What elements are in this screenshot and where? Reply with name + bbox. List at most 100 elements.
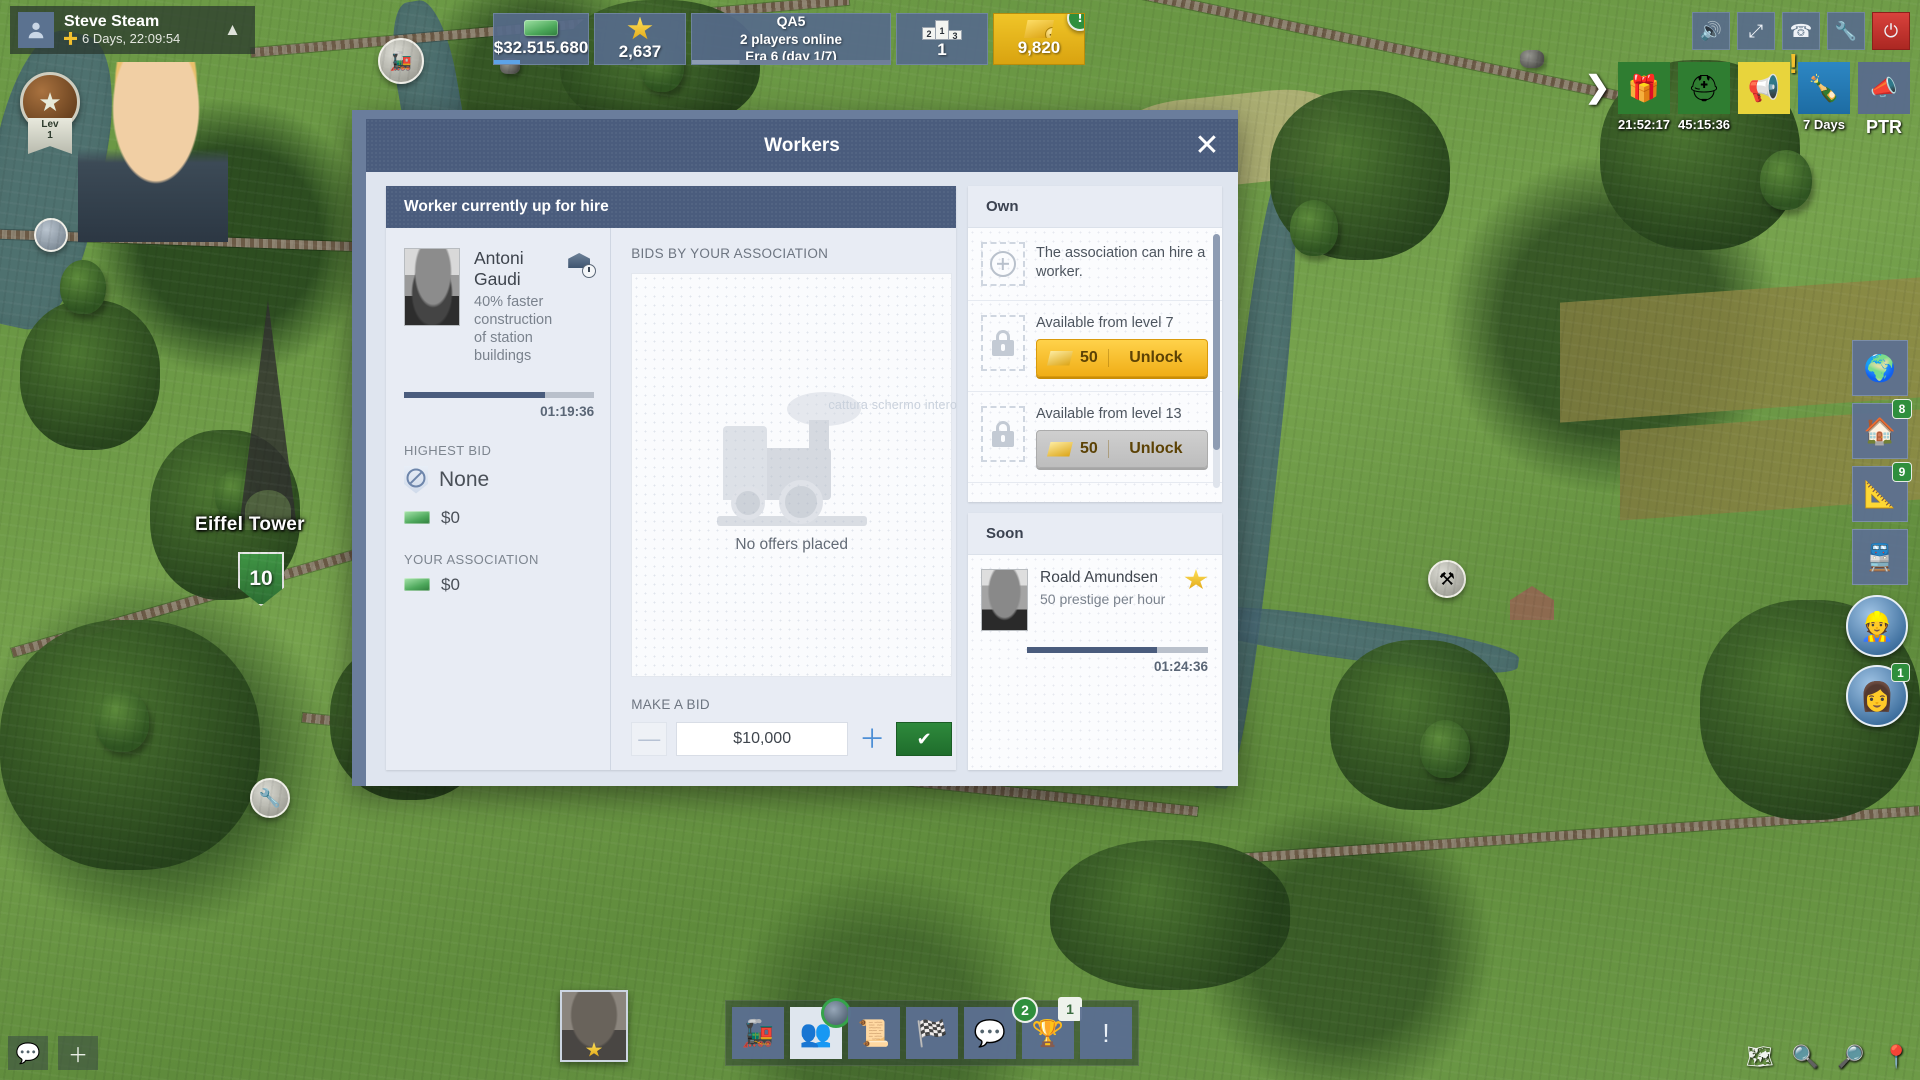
unlock-cost-value: 50 — [1080, 349, 1098, 366]
chat-toggle-button[interactable]: 💬 — [8, 1036, 48, 1070]
soon-worker-photo — [981, 569, 1028, 631]
support-icon[interactable]: ☎ — [1782, 12, 1820, 50]
gold-bar-plus-icon: + — [1024, 20, 1054, 38]
empty-worker-slot[interactable] — [981, 242, 1025, 286]
locked-worker-slot — [981, 406, 1025, 462]
megaphone-glyph: 📢 — [1747, 72, 1781, 103]
list-item[interactable]: Available from level 13 50 Unlock — [968, 392, 1222, 483]
unlock-button[interactable]: 50 Unlock — [1036, 339, 1208, 377]
eiffel-level-shield[interactable]: 10 — [238, 552, 284, 606]
player-plus-time-value: 6 Days, 22:09:54 — [82, 30, 181, 46]
map-depot-marker[interactable]: 🚂 — [378, 38, 424, 84]
podium-place-2: 2 — [922, 27, 936, 40]
tree — [95, 690, 149, 752]
scrollbar-thumb[interactable] — [1213, 234, 1220, 450]
news-button[interactable]: ! — [1080, 1007, 1132, 1059]
gold-counter[interactable]: + 9,820 ! — [993, 13, 1085, 65]
strip-expand-chevron-icon[interactable]: ❯ — [1585, 70, 1610, 105]
sound-icon[interactable]: 🔊 — [1692, 12, 1730, 50]
bottom-right-bar: 🗺 🔍 🔎 📍 — [1746, 1044, 1910, 1070]
bids-list-panel[interactable]: No offers placed cattura schermo intero — [631, 273, 957, 677]
list-item[interactable]: Roald Amundsen 50 prestige per hour — [981, 569, 1208, 631]
settings-wrench-icon[interactable]: 🔧 — [1827, 12, 1865, 50]
close-icon[interactable]: ✕ — [1190, 129, 1224, 163]
globe-button[interactable]: 🌍 — [1852, 340, 1908, 396]
bid-confirm-button[interactable]: ✔ — [896, 722, 953, 756]
station-speed-icon — [566, 250, 597, 278]
globe-icon: 🌍 — [1863, 352, 1897, 383]
add-train-button[interactable]: 🚆 — [1852, 529, 1908, 585]
engineer-avatar[interactable]: 👷 — [1846, 595, 1908, 657]
gold-alert-badge[interactable]: ! — [1067, 14, 1084, 31]
medal-ribbon: Lev 1 — [28, 118, 72, 154]
power-icon[interactable]: ⏻ — [1872, 12, 1910, 50]
races-button[interactable]: 🏁 — [906, 1007, 958, 1059]
map-misc-marker[interactable] — [34, 218, 68, 252]
eiffel-tower-icon — [240, 300, 296, 520]
workers-button[interactable]: 👥 — [790, 998, 851, 1059]
money-progress-bar — [494, 60, 521, 64]
highest-bid-label: HIGHEST BID — [404, 442, 492, 458]
fullscreen-icon[interactable]: ⤢ — [1737, 12, 1775, 50]
list-item[interactable]: Available from level 7 50 Unlock — [968, 301, 1222, 392]
plus-icon: ＋ — [68, 1044, 88, 1067]
tree — [1760, 150, 1812, 210]
city-button[interactable]: 🏠 8 — [1852, 399, 1912, 459]
star-icon — [627, 16, 653, 40]
own-card: Own The association can hire a worker. A… — [968, 186, 1222, 502]
locate-button[interactable]: 📍 — [1883, 1044, 1910, 1070]
list-item[interactable]: The association can hire a worker. — [968, 228, 1222, 301]
eiffel-tower-landmark[interactable] — [238, 300, 298, 530]
player-info-box[interactable]: Steve Steam 6 Days, 22:09:54 ▲ — [10, 6, 255, 54]
bottom-left-bar: 💬 ＋ — [8, 1036, 98, 1070]
city-icon: 🏠 — [1863, 415, 1897, 446]
add-button[interactable]: ＋ — [58, 1036, 98, 1070]
bid-amount-input[interactable] — [676, 722, 849, 756]
money-counter[interactable]: $32.515.680 — [493, 13, 589, 65]
city-badge: 8 — [1892, 399, 1912, 419]
lock-icon — [992, 330, 1014, 356]
map-pickaxe-marker[interactable]: ⚒ — [1428, 560, 1466, 598]
bids-label: BIDS BY YOUR ASSOCIATION — [631, 246, 829, 261]
unlock-button-label: Unlock — [1129, 349, 1183, 366]
eiffel-level-value: 10 — [249, 567, 273, 590]
map-button[interactable]: 🗺 — [1746, 1044, 1774, 1070]
trains-button[interactable]: 🚂 — [732, 1007, 784, 1059]
hardhat-event[interactable]: ⛑ 45:15:36 — [1678, 62, 1730, 132]
no-bidder-shield-icon — [404, 465, 428, 494]
zoom-out-button[interactable]: 🔎 — [1837, 1044, 1864, 1070]
active-worker-avatar — [821, 998, 851, 1028]
celebration-event[interactable]: 🍾 7 Days — [1798, 62, 1850, 132]
soon-progress-fill — [1027, 647, 1158, 653]
soon-worker-list: Roald Amundsen 50 prestige per hour 01:2… — [968, 555, 1222, 770]
map-house[interactable] — [1510, 586, 1554, 620]
unlock-button-disabled[interactable]: 50 Unlock — [1036, 430, 1208, 468]
prestige-counter[interactable]: 2,637 — [594, 13, 686, 65]
rank-counter[interactable]: 2 1 3 1 — [896, 13, 988, 65]
collapse-chevron-up-icon[interactable]: ▲ — [218, 20, 247, 40]
megaphone-event[interactable]: 📢 ! — [1738, 48, 1798, 117]
chat-button[interactable]: 💬 — [964, 1007, 1016, 1059]
ptr-button[interactable]: 📣 PTR — [1858, 62, 1910, 138]
forest-patch — [1330, 640, 1510, 810]
hire-card-body: Antoni Gaudi 40% faster construction of … — [386, 228, 957, 770]
hardhat-glyph: ⛑ — [1687, 72, 1721, 103]
bid-increase-button[interactable]: ＋ — [857, 722, 887, 756]
zoom-in-button[interactable]: 🔍 — [1792, 1044, 1819, 1070]
own-list-scrollbar[interactable] — [1213, 234, 1220, 488]
selected-worker-thumbnail[interactable] — [560, 990, 628, 1062]
avatar[interactable] — [18, 12, 54, 48]
server-name: QA5 — [776, 13, 806, 29]
trophy-button[interactable]: 🏆 2 1 — [1012, 997, 1082, 1059]
bid-decrease-button[interactable]: — — [631, 722, 668, 756]
unlock-requirement-text: Available from level 7 — [1036, 315, 1174, 331]
dispatcher-avatar[interactable]: 👩 1 — [1846, 663, 1910, 727]
gift-box-event[interactable]: 🎁 21:52:17 — [1618, 62, 1670, 132]
contracts-button[interactable]: 📜 — [848, 1007, 900, 1059]
player-level-medal[interactable]: ★ Lev 1 — [16, 72, 84, 154]
server-info[interactable]: QA5 2 players online Era 6 (day 1/7) — [691, 13, 891, 65]
map-tool-marker[interactable]: 🔧 — [250, 778, 290, 818]
industry-button[interactable]: 📐 9 — [1852, 462, 1912, 522]
gold-value: 9,820 — [1017, 38, 1061, 57]
ptr-label: PTR — [1866, 117, 1902, 137]
